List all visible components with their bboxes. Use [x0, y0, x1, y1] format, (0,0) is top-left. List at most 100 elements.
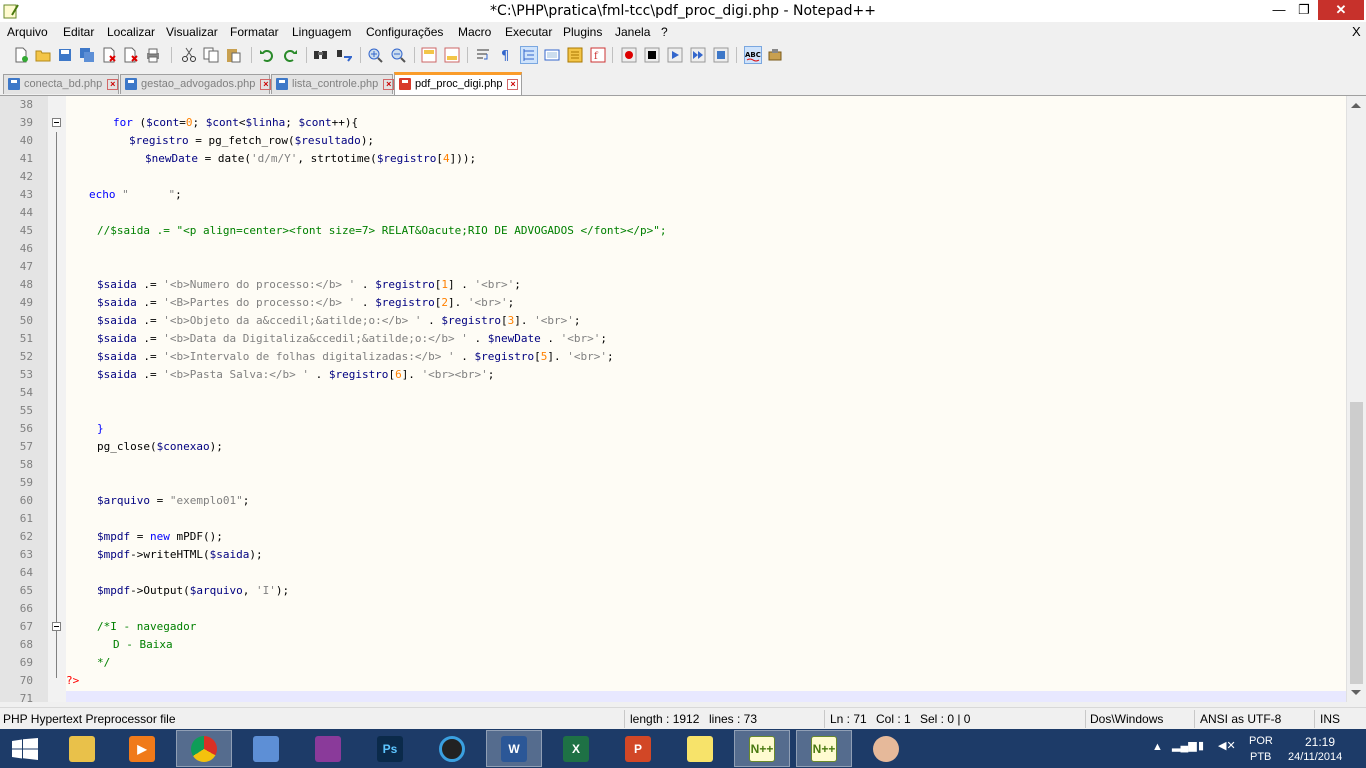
- paste-icon[interactable]: [224, 46, 242, 64]
- redo-icon[interactable]: [281, 46, 299, 64]
- code-line: 67 /*I - navegador: [0, 618, 1346, 636]
- taskbar-notepadpp[interactable]: N++: [734, 730, 790, 767]
- show-all-chars-icon[interactable]: ¶: [497, 46, 515, 64]
- windows-start-icon[interactable]: [12, 738, 38, 760]
- menu-arquivo[interactable]: Arquivo: [7, 25, 48, 39]
- tab-close-icon[interactable]: ×: [507, 78, 519, 90]
- taskbar-winrar[interactable]: [300, 730, 356, 767]
- line-number: 38: [19, 98, 33, 111]
- status-insert-mode: INS: [1320, 712, 1341, 726]
- plugin-icon[interactable]: [766, 46, 784, 64]
- close-window-button[interactable]: ✕: [1318, 0, 1364, 20]
- tray-show-hidden-icon[interactable]: ▲: [1152, 741, 1163, 753]
- fold-toggle-icon[interactable]: [52, 622, 61, 631]
- taskbar-media-center[interactable]: [424, 730, 480, 767]
- menu-visualizar[interactable]: Visualizar: [166, 25, 218, 39]
- copy-icon[interactable]: [202, 46, 220, 64]
- run-macro-multiple-icon[interactable]: [689, 46, 707, 64]
- code-editor[interactable]: 38 39 for ($cont=0; $cont<$linha; $cont+…: [0, 96, 1366, 702]
- taskbar-chrome[interactable]: [176, 730, 232, 767]
- code-line: 44: [0, 204, 1346, 222]
- print-icon[interactable]: [144, 46, 162, 64]
- scroll-up-icon[interactable]: [1351, 103, 1361, 108]
- undo-icon[interactable]: [258, 46, 276, 64]
- photoshop-icon: Ps: [377, 735, 403, 762]
- tab-lista-controle[interactable]: lista_controle.php ×: [271, 74, 395, 94]
- find-icon[interactable]: [312, 46, 330, 64]
- minimize-button[interactable]: —: [1265, 0, 1293, 20]
- close-all-icon[interactable]: [122, 46, 140, 64]
- menu-linguagem[interactable]: Linguagem: [292, 25, 351, 39]
- doc-map-icon[interactable]: [566, 46, 584, 64]
- menu-editar[interactable]: Editar: [63, 25, 94, 39]
- close-icon[interactable]: [100, 46, 118, 64]
- tab-close-icon[interactable]: ×: [260, 78, 272, 90]
- save-macro-icon[interactable]: [712, 46, 730, 64]
- taskbar-powerpoint[interactable]: P: [610, 730, 666, 767]
- tray-volume-icon[interactable]: ◀✕: [1218, 739, 1236, 752]
- menu-configuracoes[interactable]: Configurações: [366, 25, 443, 39]
- taskbar-notepadpp-2[interactable]: N++: [796, 730, 852, 767]
- sync-horizontal-icon[interactable]: [443, 46, 461, 64]
- taskbar-excel[interactable]: X: [548, 730, 604, 767]
- taskbar-file-explorer[interactable]: [54, 730, 110, 767]
- scroll-thumb[interactable]: [1350, 402, 1363, 684]
- tab-close-icon[interactable]: ×: [383, 78, 395, 90]
- tray-network-icon[interactable]: ▂▄▆: [1172, 739, 1197, 752]
- scroll-down-icon[interactable]: [1351, 690, 1361, 695]
- replace-icon[interactable]: [335, 46, 353, 64]
- cut-icon[interactable]: [180, 46, 198, 64]
- menu-janela[interactable]: Janela: [615, 25, 650, 39]
- save-all-icon[interactable]: [78, 46, 96, 64]
- menu-help[interactable]: ?: [661, 25, 668, 39]
- save-icon[interactable]: [56, 46, 74, 64]
- word-wrap-icon[interactable]: [474, 46, 492, 64]
- tray-language[interactable]: POR: [1249, 735, 1273, 747]
- code-line: 45 //$saida .= "<p align=center><font si…: [0, 222, 1346, 240]
- saved-file-icon: [276, 78, 288, 90]
- taskbar-paint[interactable]: [858, 730, 914, 767]
- tray-power-icon[interactable]: ▮: [1198, 739, 1204, 752]
- tab-conecta-bd[interactable]: conecta_bd.php ×: [3, 74, 119, 94]
- new-file-icon[interactable]: [12, 46, 30, 64]
- tray-keyboard-layout[interactable]: PTB: [1250, 751, 1271, 763]
- menu-formatar[interactable]: Formatar: [230, 25, 279, 39]
- zoom-in-icon[interactable]: [366, 46, 384, 64]
- sync-vertical-icon[interactable]: [420, 46, 438, 64]
- tray-time[interactable]: 21:19: [1305, 735, 1335, 749]
- tab-close-icon[interactable]: ×: [107, 78, 119, 90]
- code-comment: //$saida .= "<p align=center><font size=…: [97, 224, 667, 237]
- taskbar-word[interactable]: W: [486, 730, 542, 767]
- code-line: 42: [0, 168, 1346, 186]
- tab-pdf-proc-digi[interactable]: pdf_proc_digi.php ×: [394, 72, 522, 95]
- spell-check-icon[interactable]: ABC: [744, 46, 762, 64]
- tray-date[interactable]: 24/11/2014: [1288, 751, 1342, 763]
- status-separator: [1085, 710, 1086, 728]
- menu-plugins[interactable]: Plugins: [563, 25, 602, 39]
- taskbar-media-player[interactable]: ▶: [114, 730, 170, 767]
- menu-macro[interactable]: Macro: [458, 25, 491, 39]
- zoom-out-icon[interactable]: [389, 46, 407, 64]
- menu-executar[interactable]: Executar: [505, 25, 552, 39]
- taskbar-photoshop[interactable]: Ps: [362, 730, 418, 767]
- tab-label: gestao_advogados.php: [141, 78, 256, 90]
- tablet-icon: [253, 735, 279, 762]
- close-document-button[interactable]: X: [1352, 24, 1361, 39]
- stop-macro-icon[interactable]: [643, 46, 661, 64]
- record-macro-icon[interactable]: [620, 46, 638, 64]
- user-lang-icon[interactable]: [543, 46, 561, 64]
- taskbar-sticky-notes[interactable]: [672, 730, 728, 767]
- open-file-icon[interactable]: [34, 46, 52, 64]
- menu-localizar[interactable]: Localizar: [107, 25, 155, 39]
- function-list-icon[interactable]: f: [589, 46, 607, 64]
- fold-toggle-icon[interactable]: [52, 118, 61, 127]
- maximize-button[interactable]: ❐: [1290, 0, 1318, 20]
- tab-gestao-advogados[interactable]: gestao_advogados.php ×: [120, 74, 272, 94]
- indent-guide-icon[interactable]: [520, 46, 538, 64]
- vertical-scrollbar[interactable]: [1346, 96, 1366, 702]
- taskbar-tablet-app[interactable]: [238, 730, 294, 767]
- play-macro-icon[interactable]: [666, 46, 684, 64]
- code-text: $registro = pg_fetch_row($resultado);: [129, 134, 375, 147]
- code-comment: D - Baixa: [113, 638, 173, 651]
- line-number: 57: [19, 440, 33, 453]
